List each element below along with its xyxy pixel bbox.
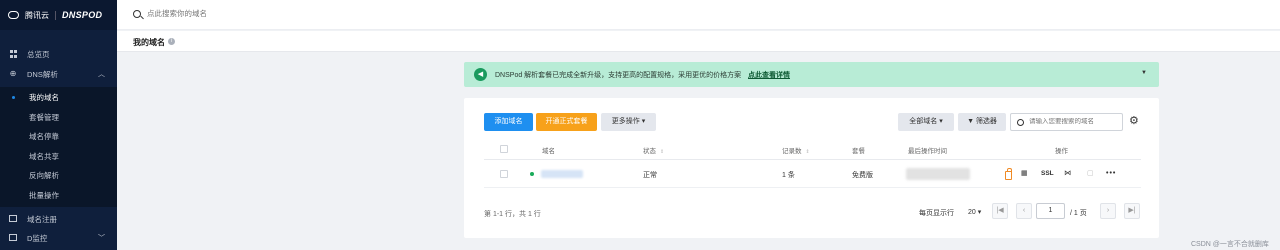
- cloud-icon: [8, 11, 19, 19]
- all-domains-dropdown[interactable]: 全部域名 ▾: [898, 113, 954, 131]
- sort-icon: ⇕: [660, 149, 665, 155]
- total-pages: / 1 页: [1070, 210, 1087, 217]
- all-domains-label: 全部域名: [909, 118, 938, 125]
- grid-icon[interactable]: ▦: [1021, 169, 1028, 179]
- per-page-value: 20: [968, 209, 976, 216]
- brand-divider: [55, 10, 56, 20]
- add-domain-button[interactable]: 添加域名: [484, 113, 533, 131]
- search-icon: [133, 10, 141, 18]
- sidebar-item-overview[interactable]: 总览页: [0, 45, 117, 63]
- grid-icon: [10, 50, 18, 58]
- brand-logo[interactable]: 腾讯云 DNSPOD: [0, 0, 117, 30]
- sort-icon: ⇕: [805, 149, 810, 155]
- gear-icon[interactable]: ⚙: [1129, 115, 1139, 127]
- status-cell: 正常: [643, 172, 657, 179]
- brand-dnspod: DNSPOD: [62, 10, 103, 20]
- info-icon[interactable]: i: [168, 38, 175, 45]
- last-page-button[interactable]: ▶|: [1124, 203, 1140, 219]
- per-page-label: 每页显示行: [919, 210, 954, 217]
- active-indicator: [12, 95, 15, 99]
- column-header-actions: 操作: [1055, 148, 1068, 155]
- sidebar-item-label: 批量操作: [29, 190, 59, 200]
- column-header-records[interactable]: 记录数 ⇕: [782, 145, 810, 155]
- column-header-last-op: 最后操作时间: [908, 148, 947, 155]
- sidebar-item-register[interactable]: 域名注册: [0, 210, 117, 228]
- search-icon: [1017, 119, 1024, 126]
- sidebar-item-label: 套餐管理: [29, 112, 59, 122]
- sidebar: 腾讯云 DNSPOD 总览页 ⊕ DNS解析 ︿ 我的域名 套餐管理 域名停靠 …: [0, 0, 117, 250]
- first-page-button[interactable]: |◀: [992, 203, 1008, 219]
- sidebar-item-reverse[interactable]: 反向解析: [0, 166, 117, 184]
- sidebar-item-label: 域名共享: [29, 151, 59, 161]
- watermark: CSDN @一言不合就删库: [1191, 241, 1269, 248]
- table-row: 正常 1 条 免费版 ▦ SSL ⋈ ▢ •••: [484, 160, 1141, 188]
- domain-search-input[interactable]: [1029, 118, 1119, 125]
- ssl-button[interactable]: SSL: [1041, 169, 1054, 179]
- filter-label: 筛选器: [975, 118, 997, 125]
- top-search-bar: [117, 0, 1280, 30]
- page-title: 我的域名: [133, 38, 165, 47]
- doc-icon[interactable]: ▢: [1087, 169, 1094, 179]
- row-checkbox[interactable]: [500, 170, 508, 178]
- global-search-input[interactable]: [147, 9, 447, 18]
- sidebar-item-label: 反向解析: [29, 170, 59, 180]
- sidebar-item-dns[interactable]: ⊕ DNS解析 ︿: [0, 65, 117, 83]
- sidebar-item-my-domains[interactable]: 我的域名: [0, 88, 117, 106]
- status-dot: [530, 172, 534, 176]
- banner-link[interactable]: 点此查看详情: [748, 70, 790, 80]
- table-header: 域名 状态 ⇕ 记录数 ⇕ 套餐 最后操作时间 操作: [484, 138, 1141, 160]
- last-op-time-cell: [906, 168, 970, 180]
- filter-button[interactable]: ▼ 筛选器: [958, 113, 1006, 131]
- sidebar-item-label: 域名停靠: [29, 131, 59, 141]
- sidebar-item-parking[interactable]: 域名停靠: [0, 127, 117, 145]
- caret-down-icon[interactable]: ▼: [1141, 70, 1147, 76]
- chevron-down-icon: ﹀: [98, 235, 105, 242]
- sidebar-item-label: D监控: [27, 233, 48, 243]
- open-plan-button[interactable]: 开通正式套餐: [536, 113, 597, 131]
- sidebar-item-label: DNS解析: [27, 69, 58, 79]
- lock-icon[interactable]: [1005, 168, 1012, 180]
- chevron-up-icon: ︿: [98, 71, 105, 78]
- filter-icon: ▼: [967, 118, 976, 125]
- column-header-plan: 套餐: [852, 148, 865, 155]
- per-page-select[interactable]: 20 ▾: [968, 208, 981, 216]
- prev-page-button[interactable]: ‹: [1016, 203, 1032, 219]
- more-actions-label: 更多操作: [611, 118, 640, 125]
- sidebar-item-monitor[interactable]: D监控 ﹀: [0, 229, 117, 247]
- page-number-input[interactable]: 1: [1036, 203, 1065, 219]
- pagination-summary: 第 1-1 行，共 1 行: [484, 211, 541, 218]
- column-header-status[interactable]: 状态 ⇕: [643, 145, 664, 155]
- domain-search-box: [1010, 113, 1123, 131]
- column-header-domain[interactable]: 域名: [542, 145, 555, 155]
- column-label: 记录数: [782, 148, 802, 155]
- select-all-checkbox[interactable]: [500, 145, 508, 153]
- caret-down-icon: ▾: [641, 118, 646, 125]
- announcement-banner: ◀ DNSPod 解析套餐已完成全新升级，支持更高的配置规格，采用更优的价格方案…: [464, 62, 1159, 87]
- column-label: 状态: [643, 148, 656, 155]
- banner-text: DNSPod 解析套餐已完成全新升级，支持更高的配置规格，采用更优的价格方案: [495, 72, 742, 79]
- sidebar-item-sharing[interactable]: 域名共享: [0, 147, 117, 165]
- more-actions-button[interactable]: 更多操作 ▾: [601, 113, 656, 131]
- domain-link[interactable]: [541, 170, 583, 178]
- speaker-icon: ◀: [474, 68, 487, 81]
- sidebar-item-label: 我的域名: [29, 92, 59, 102]
- plan-cell: 免费版: [852, 172, 873, 179]
- more-icon[interactable]: •••: [1106, 169, 1116, 179]
- page-header: 我的域名 i: [117, 31, 1280, 52]
- caret-down-icon: ▾: [939, 118, 943, 125]
- brand-tencent: 腾讯云: [25, 10, 49, 20]
- sidebar-item-label: 域名注册: [27, 214, 57, 224]
- sidebar-item-label: 总览页: [27, 49, 50, 59]
- monitor-icon: [9, 234, 17, 241]
- next-page-button[interactable]: ›: [1100, 203, 1116, 219]
- globe-icon: ⊕: [9, 69, 17, 78]
- domain-list-card: 添加域名 开通正式套餐 更多操作 ▾ 全部域名 ▾ ▼ 筛选器 ⚙ 域名 状态 ⇕…: [464, 98, 1159, 238]
- code-icon[interactable]: ⋈: [1064, 169, 1071, 179]
- sidebar-item-batch[interactable]: 批量操作: [0, 186, 117, 204]
- records-cell[interactable]: 1 条: [782, 170, 795, 180]
- window-icon: [9, 215, 17, 222]
- sidebar-item-plans[interactable]: 套餐管理: [0, 108, 117, 126]
